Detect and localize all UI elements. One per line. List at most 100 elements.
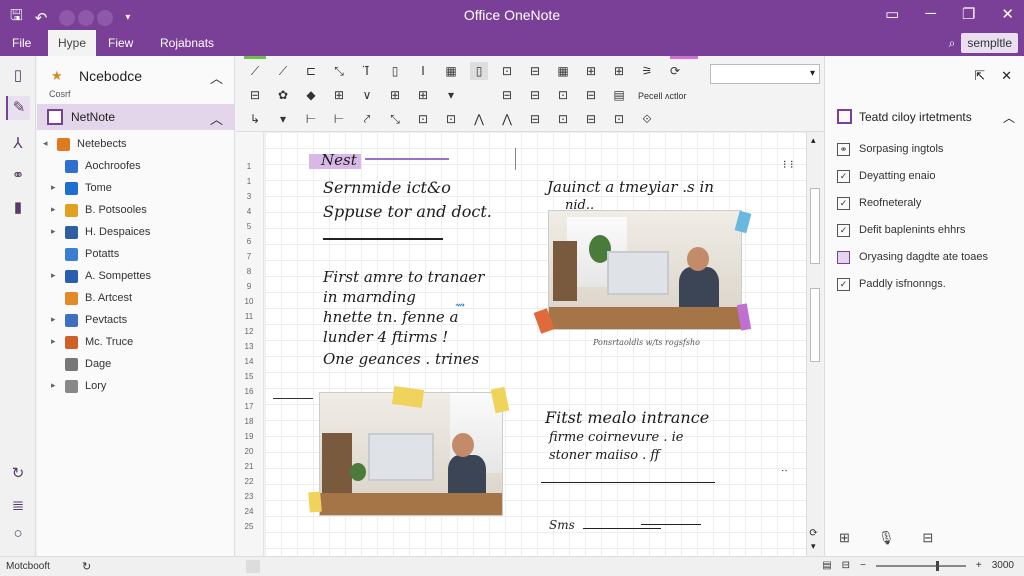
panel-item[interactable]: ✓ Reofneteraly <box>835 194 1019 214</box>
mic-icon[interactable]: 🎙 <box>878 530 895 546</box>
expand-arrow-icon[interactable]: ◂ <box>43 138 48 149</box>
insert-tool-icon[interactable]: ⤡ <box>386 110 404 128</box>
link-icon[interactable]: ⚭ <box>6 164 30 188</box>
restore-icon[interactable]: ▭ <box>885 5 899 23</box>
search-input[interactable]: sempltle <box>961 33 1018 53</box>
insert-tool-icon[interactable]: ⊢ <box>302 110 320 128</box>
insert-tool-icon[interactable]: ⤤ <box>358 110 376 128</box>
format-tool-icon[interactable]: ∨ <box>358 86 376 104</box>
footer-text[interactable]: Sms <box>549 518 575 532</box>
tree-item[interactable]: Dage <box>37 354 235 376</box>
close-icon[interactable]: ✕ <box>1001 68 1012 84</box>
format-tool-icon[interactable]: ◆ <box>302 86 320 104</box>
ribbon-label[interactable]: Pecell ʌctlor <box>638 91 687 101</box>
tab-hype[interactable]: Hype <box>48 30 97 56</box>
insert-tool-icon[interactable]: ⊟ <box>526 110 544 128</box>
draw-tool-icon[interactable]: ⊞ <box>610 62 628 80</box>
maximize-icon[interactable]: ❐ <box>962 5 975 23</box>
insert-tool-icon[interactable]: ↳ <box>246 110 264 128</box>
insert-tool-icon[interactable]: ⊢ <box>330 110 348 128</box>
expand-arrow-icon[interactable]: ▸ <box>51 270 56 281</box>
notebooks-icon[interactable]: ▯ <box>6 64 30 88</box>
format-tool-icon[interactable]: ⊞ <box>414 86 432 104</box>
scroll-thumb[interactable] <box>810 288 820 362</box>
zoom-slider-knob[interactable] <box>935 560 939 571</box>
pen-icon[interactable]: ✎ <box>6 96 30 120</box>
minimize-icon[interactable]: ─ <box>925 5 936 23</box>
note4-line3[interactable]: stoner maiiso . ff <box>549 448 660 463</box>
close-icon[interactable]: ✕ <box>1001 5 1014 23</box>
insert-tool-icon[interactable]: ⋀ <box>498 110 516 128</box>
draw-tool-icon[interactable]: ▦ <box>442 62 460 80</box>
tree-item[interactable]: ◂ Netebects <box>37 134 235 156</box>
insert-tool-icon[interactable]: ⊡ <box>554 110 572 128</box>
note2-line1[interactable]: First amre to tranaer <box>323 268 484 286</box>
note4-line2[interactable]: firme coirnevure . ie <box>549 430 683 445</box>
tab-fiew[interactable]: Fiew <box>98 30 143 56</box>
format-tool-icon[interactable]: ⊟ <box>526 86 544 104</box>
fit-icon[interactable]: ⊟ <box>842 560 850 571</box>
expand-arrow-icon[interactable]: ▸ <box>51 380 56 391</box>
draw-tool-icon[interactable]: ⊏ <box>302 62 320 80</box>
draw-tool-icon[interactable]: ⊟ <box>526 62 544 80</box>
format-tool-icon[interactable]: ⊟ <box>246 86 264 104</box>
draw-tool-icon[interactable]: ⤡ <box>330 62 348 80</box>
expand-arrow-icon[interactable]: ▸ <box>51 204 56 215</box>
zoom-in-icon[interactable]: + <box>976 560 982 571</box>
tree-item[interactable]: B. Artcest <box>37 288 235 310</box>
draw-tool-icon[interactable]: Ⅰ⃛ <box>358 62 376 80</box>
format-tool-icon[interactable]: ⊡ <box>554 86 572 104</box>
panel-item[interactable]: Oryasing dagdte ate toaes <box>835 248 1019 268</box>
layout-icon[interactable]: ⊟ <box>922 530 933 546</box>
insert-tool-icon[interactable]: ▾ <box>274 110 292 128</box>
popout-icon[interactable]: ⇱ <box>974 68 985 84</box>
note2-line5[interactable]: One geances . trines <box>323 350 479 368</box>
tree-item[interactable]: ▸ H. Despaices <box>37 222 235 244</box>
note1-line2[interactable]: Sppuse tor and doct. <box>323 202 492 221</box>
status-notebook[interactable]: Motcbooft <box>6 561 50 572</box>
tab-file[interactable]: File <box>2 30 41 56</box>
draw-tool-icon[interactable]: ⊞ <box>582 62 600 80</box>
format-tool-icon[interactable]: ✿ <box>274 86 292 104</box>
panel-item[interactable]: ✓ Defit baplenints ehhrs <box>835 221 1019 241</box>
insert-tool-icon[interactable]: ⊡ <box>442 110 460 128</box>
page-icon[interactable]: ▮ <box>6 196 30 220</box>
insert-tool-icon[interactable]: ⊡ <box>610 110 628 128</box>
format-tool-icon[interactable]: ▾ <box>442 86 460 104</box>
insert-tool-icon[interactable]: ⊟ <box>582 110 600 128</box>
draw-tool-icon[interactable]: ⚞ <box>638 62 656 80</box>
zoom-out-icon[interactable]: − <box>860 560 866 571</box>
draw-tool-icon[interactable]: ▯ <box>386 62 404 80</box>
format-tool-icon[interactable]: ⊞ <box>330 86 348 104</box>
search-tools-icon[interactable]: ⅄ <box>6 132 30 156</box>
sync-icon[interactable]: ⟳ <box>809 526 818 539</box>
draw-tool-icon[interactable]: ⟳ <box>666 62 684 80</box>
tree-item[interactable]: Aochroofes <box>37 156 235 178</box>
panel-item[interactable]: ⚭ Sorpasing ingtols <box>835 140 1019 160</box>
drag-dots-icon[interactable]: ⋅⋅ <box>781 466 788 477</box>
note4-line1[interactable]: Fitst mealo intrance <box>545 408 709 427</box>
draw-tool-icon[interactable]: Ⅰ <box>414 62 432 80</box>
expand-arrow-icon[interactable]: ▸ <box>51 314 56 325</box>
desk-photo-1[interactable] <box>548 210 742 330</box>
scroll-thumb[interactable] <box>810 188 820 264</box>
insert-tool-icon[interactable]: ⟐ <box>638 110 656 128</box>
drag-dots-icon[interactable]: ⁝ ⁝ <box>783 158 794 171</box>
sync-icon[interactable]: ↻ <box>6 462 30 486</box>
note-canvas[interactable]: Nest ⁝ ⁝ Sernmide ict&o Sppuse tor and d… <box>265 132 806 556</box>
note3-line1[interactable]: Jauinct a tmeyiar .s in <box>547 178 714 196</box>
page-view-icon[interactable]: ▤ <box>822 560 831 571</box>
tree-item[interactable]: ▸ A. Sompettes <box>37 266 235 288</box>
tree-item[interactable]: ▸ Lory <box>37 376 235 398</box>
chevron-down-icon[interactable]: ▾ <box>811 542 816 552</box>
tree-item[interactable]: ▸ Mc. Truce <box>37 332 235 354</box>
search-icon[interactable]: ⌕ <box>949 36 956 51</box>
tab-rojabnats[interactable]: Rojabnats <box>150 30 224 56</box>
panel-item[interactable]: ✓ Paddly isfnonngs. <box>835 275 1019 295</box>
insert-tool-icon[interactable]: ⊡ <box>414 110 432 128</box>
circle-icon[interactable]: ○ <box>6 522 30 546</box>
format-tool-icon[interactable]: ⊟ <box>582 86 600 104</box>
insert-tool-icon[interactable]: ⋀ <box>470 110 488 128</box>
draw-tool-icon[interactable]: ⊡ <box>498 62 516 80</box>
note2-line2[interactable]: in marnding <box>323 288 416 306</box>
